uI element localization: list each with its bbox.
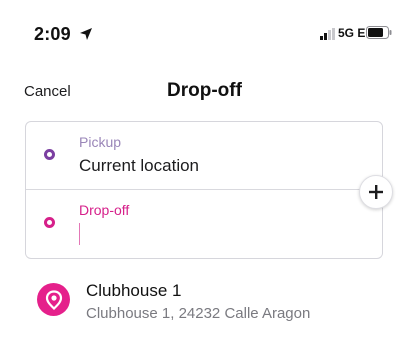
location-card: Pickup Current location Drop-off (25, 121, 393, 259)
map-pin-glyph-icon (45, 289, 62, 310)
signal-bars-icon (320, 28, 335, 40)
dropoff-input[interactable] (79, 221, 349, 245)
status-time: 2:09 (34, 24, 71, 44)
location-arrow-icon (80, 28, 92, 40)
dropoff-dot-icon (44, 217, 55, 228)
pickup-value[interactable]: Current location (79, 156, 199, 176)
battery-icon (366, 26, 392, 39)
drop-off-screen: 2:09 5G E Cancel Drop-off Pickup Current… (0, 0, 409, 348)
network-label: 5G E (338, 26, 366, 40)
pickup-label: Pickup (79, 134, 122, 150)
place-name: Clubhouse 1 (86, 281, 182, 300)
status-bar: 2:09 5G E (0, 0, 409, 60)
suggestion-row[interactable]: Clubhouse 1 Clubhouse 1, 24232 Calle Ara… (0, 270, 409, 336)
place-address: Clubhouse 1, 24232 Calle Aragon (86, 305, 311, 322)
page-title: Drop-off (167, 80, 242, 101)
add-stop-button[interactable] (359, 175, 393, 209)
text-cursor (79, 223, 80, 245)
pickup-dot-icon (44, 149, 55, 160)
dropoff-label: Drop-off (79, 202, 130, 218)
card-divider (26, 189, 382, 190)
map-pin-icon (37, 283, 70, 316)
plus-icon (369, 185, 383, 199)
